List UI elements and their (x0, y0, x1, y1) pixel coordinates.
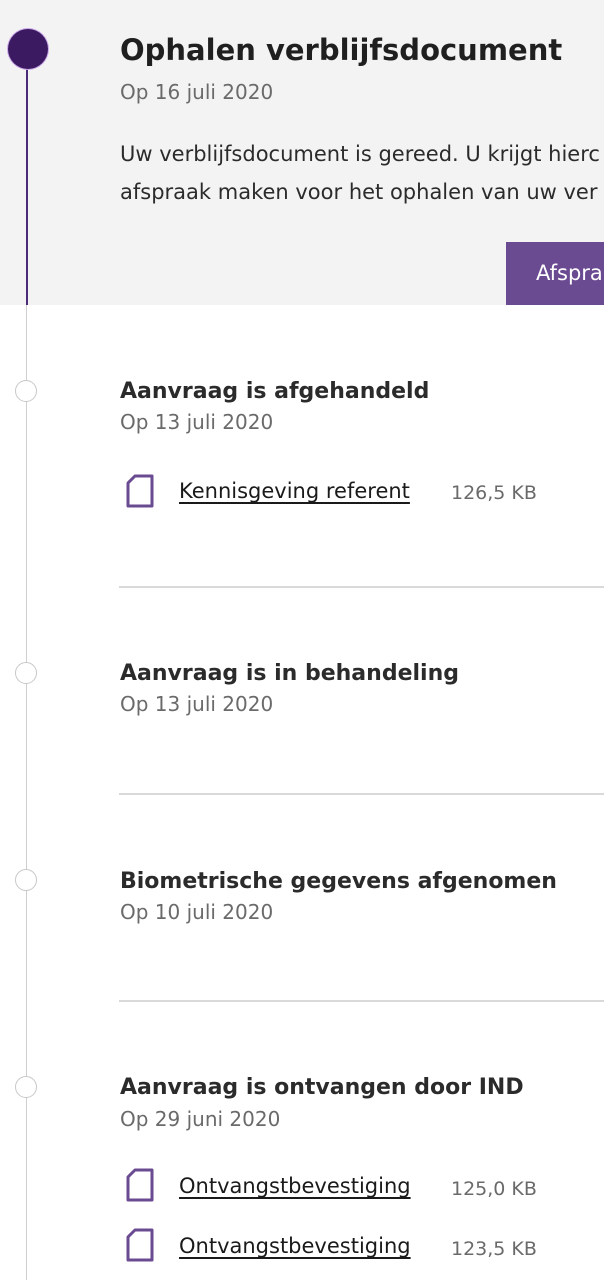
current-step-title: Ophalen verblijfsdocument (120, 33, 563, 67)
current-step-text-line-1: Uw verblijfsdocument is gereed. U krijgt… (120, 142, 600, 166)
timeline-dot-icon (15, 869, 37, 891)
timeline-dot-icon (15, 1076, 37, 1098)
current-step-date: Op 16 juli 2020 (120, 80, 274, 104)
document-size: 123,5 KB (451, 1238, 537, 1260)
step-title: Aanvraag is in behandeling (120, 661, 459, 686)
step-title: Biometrische gegevens afgenomen (120, 869, 557, 894)
document-icon (126, 1168, 154, 1202)
timeline-rail-active (26, 48, 28, 305)
make-appointment-button[interactable]: Afspra (506, 242, 604, 305)
timeline-dot-icon (15, 662, 37, 684)
document-link[interactable]: Ontvangstbevestiging (179, 1234, 411, 1258)
document-link[interactable]: Kennisgeving referent (179, 479, 410, 503)
step-date: Op 10 juli 2020 (120, 900, 274, 924)
document-link[interactable]: Ontvangstbevestiging (179, 1174, 411, 1198)
current-step-panel: Ophalen verblijfsdocument Op 16 juli 202… (0, 0, 604, 305)
step-date: Op 29 juni 2020 (120, 1107, 281, 1131)
step-title: Aanvraag is afgehandeld (120, 379, 430, 404)
timeline-dot-icon (15, 380, 37, 402)
step-date: Op 13 juli 2020 (120, 692, 274, 716)
step-date: Op 13 juli 2020 (120, 410, 274, 434)
document-icon (126, 474, 154, 508)
current-step-text-line-2: afspraak maken voor het ophalen van uw v… (120, 180, 598, 204)
timeline-rail (26, 305, 27, 1280)
document-size: 126,5 KB (451, 482, 537, 504)
divider (119, 586, 604, 588)
step-title: Aanvraag is ontvangen door IND (120, 1075, 524, 1100)
divider (119, 793, 604, 795)
document-icon (126, 1228, 154, 1262)
divider (119, 1000, 604, 1002)
document-size: 125,0 KB (451, 1178, 537, 1200)
timeline-current-dot-icon (8, 29, 48, 69)
